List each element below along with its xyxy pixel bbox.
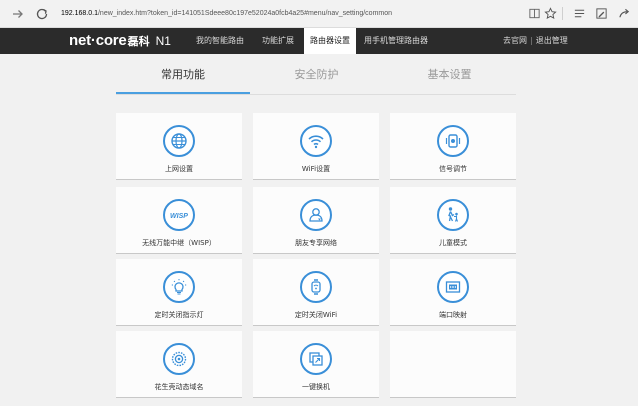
- arrow-right-icon: [13, 10, 23, 18]
- feature-label: WiFi设置: [301, 165, 331, 173]
- feature-card-wifi-timer[interactable]: 定时关闭WiFi: [253, 259, 379, 326]
- favorite-button[interactable]: [543, 6, 558, 21]
- router-header: net·core 磊科 N1 我的智能路由 功能扩展 路由器设置 用手机管理路由…: [0, 28, 638, 54]
- feature-label: 信号调节: [439, 165, 467, 173]
- url-host: 192.168.0.1: [61, 10, 98, 17]
- reading-view-button[interactable]: [527, 6, 542, 21]
- globe-icon: [163, 125, 195, 157]
- wisp-icon-text: WISP: [170, 213, 188, 220]
- feature-card-port-mapping[interactable]: 端口映射: [390, 259, 516, 326]
- feature-card-child-mode[interactable]: 儿童模式: [390, 187, 516, 254]
- light-bulb-icon: [163, 271, 195, 303]
- official-site-link[interactable]: 去官网: [503, 36, 527, 45]
- tab-divider-line: [116, 94, 516, 95]
- brand-name: net·core: [69, 32, 127, 49]
- feature-card-friend-network[interactable]: 朋友专享网络: [253, 187, 379, 254]
- logout-link[interactable]: 退出管理: [536, 36, 568, 45]
- friend-icon: [300, 199, 332, 231]
- feature-label: 花生壳动态域名: [154, 383, 204, 391]
- ddns-icon: [163, 343, 195, 375]
- pen-icon: [596, 8, 607, 19]
- feature-card-device-replace[interactable]: 一键换机: [253, 331, 379, 398]
- feature-label: 定时关闭指示灯: [154, 311, 204, 319]
- star-icon: [544, 7, 557, 19]
- web-note-button[interactable]: [594, 6, 609, 21]
- toolbar-divider: [562, 7, 563, 20]
- menu-my-router[interactable]: 我的智能路由: [188, 28, 252, 54]
- refresh-icon: [36, 8, 48, 20]
- feature-label: 一键换机: [302, 383, 330, 391]
- feature-card-internet-settings[interactable]: 上网设置: [116, 113, 242, 180]
- wifi-icon: [300, 125, 332, 157]
- feature-label: 无线万能中继（WISP）: [142, 239, 216, 247]
- share-icon: [619, 8, 630, 18]
- tab-basic-settings[interactable]: 基本设置: [383, 56, 516, 94]
- port-mapping-icon: [437, 271, 469, 303]
- feature-label: 上网设置: [165, 165, 193, 173]
- address-bar[interactable]: 192.168.0.1/new_index.htm?token_id=14105…: [61, 6, 511, 22]
- forward-button[interactable]: [9, 5, 27, 23]
- feature-card-wisp[interactable]: WISP 无线万能中继（WISP）: [116, 187, 242, 254]
- feature-card-light-timer[interactable]: 定时关闭指示灯: [116, 259, 242, 326]
- list-icon: [574, 9, 585, 18]
- refresh-button[interactable]: [33, 5, 51, 23]
- feature-card-wifi-settings[interactable]: WiFi设置: [253, 113, 379, 180]
- browser-toolbar: 192.168.0.1/new_index.htm?token_id=14105…: [0, 0, 638, 28]
- tab-security[interactable]: 安全防护: [250, 56, 383, 94]
- book-icon: [529, 8, 540, 19]
- link-divider: |: [530, 36, 533, 45]
- tab-common-functions[interactable]: 常用功能: [116, 56, 250, 94]
- brand-cn: 磊科: [127, 35, 150, 48]
- feature-label: 端口映射: [439, 311, 467, 319]
- share-button[interactable]: [617, 6, 632, 21]
- url-path: /new_index.htm?token_id=141051Sdeee80c19…: [97, 10, 393, 17]
- feature-label: 儿童模式: [439, 239, 467, 247]
- active-tab-indicator: [116, 92, 250, 94]
- device-replace-icon: [300, 343, 332, 375]
- menu-extensions[interactable]: 功能扩展: [256, 28, 300, 54]
- hub-button[interactable]: [572, 6, 587, 21]
- signal-adjust-icon: [437, 125, 469, 157]
- child-mode-icon: [437, 199, 469, 231]
- menu-mobile-manage[interactable]: 用手机管理路由器: [362, 28, 430, 54]
- netcore-logo: net·core 磊科 N1: [69, 32, 171, 50]
- feature-card-empty: [390, 331, 516, 398]
- wifi-timer-icon: [300, 271, 332, 303]
- feature-label: 定时关闭WiFi: [294, 311, 338, 319]
- wisp-icon: WISP: [163, 199, 195, 231]
- feature-card-ddns[interactable]: 花生壳动态域名: [116, 331, 242, 398]
- feature-label: 朋友专享网络: [295, 239, 337, 247]
- feature-card-signal-adjust[interactable]: 信号调节: [390, 113, 516, 180]
- router-model: N1: [155, 34, 171, 48]
- menu-router-settings[interactable]: 路由器设置: [304, 28, 356, 54]
- header-links: 去官网 | 退出管理: [503, 28, 568, 54]
